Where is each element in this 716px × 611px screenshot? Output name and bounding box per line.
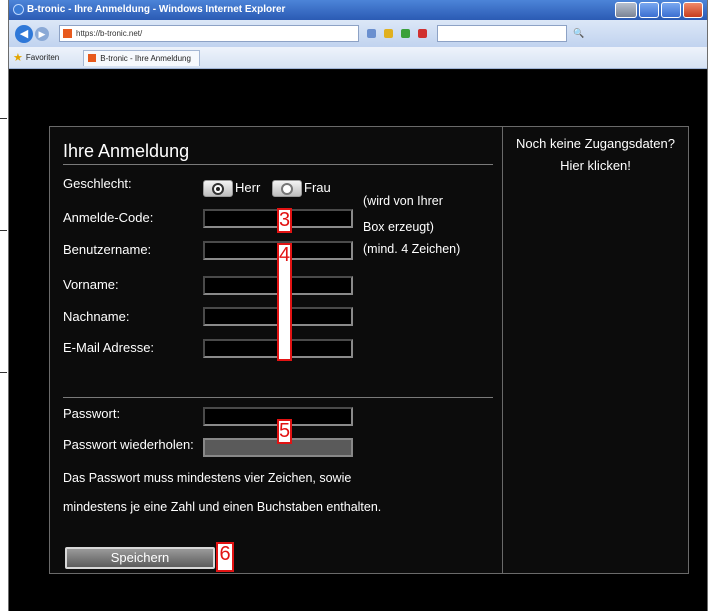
restore-icon[interactable] [615, 2, 637, 18]
compatibility-icon[interactable] [367, 29, 376, 38]
address-actions [367, 29, 427, 38]
benutzername-hint: (mind. 4 Zeichen) [363, 242, 461, 256]
no-credentials-panel[interactable]: Noch keine Zugangsdaten? Hier klicken! [503, 126, 689, 574]
favorites-label[interactable]: Favoriten [26, 53, 59, 62]
marker-4: 4 [277, 243, 292, 361]
page-edge-line [0, 118, 7, 119]
gender-label: Geschlecht: [63, 176, 132, 191]
anmelde-code-hint-2: Box erzeugt) [363, 220, 434, 234]
no-credentials-text: Noch keine Zugangsdaten? [515, 136, 675, 151]
address-bar: ◀ ▶ https://b-tronic.net/ 🔍 [9, 20, 707, 47]
window-controls [615, 2, 703, 18]
favorites-star-icon[interactable]: ★ [13, 51, 23, 64]
lock-icon[interactable] [384, 29, 393, 38]
radio-frau-label[interactable]: Frau [304, 180, 331, 195]
radio-herr-dot [212, 183, 224, 195]
benutzername-label: Benutzername: [63, 242, 152, 257]
url-input[interactable]: https://b-tronic.net/ [59, 25, 359, 42]
url-text: https://b-tronic.net/ [76, 29, 143, 38]
back-button[interactable]: ◀ [15, 24, 33, 43]
page-edge-line [0, 372, 7, 373]
minimize-button[interactable] [639, 2, 659, 18]
search-icon[interactable]: 🔍 [573, 28, 584, 39]
radio-herr[interactable] [203, 180, 233, 197]
ie-icon [13, 4, 24, 15]
passwort-label: Passwort: [63, 406, 121, 421]
radio-frau-dot [281, 183, 293, 195]
password-rule-line-2: mindestens je eine Zahl und einen Buchst… [63, 500, 382, 514]
radio-frau[interactable] [272, 180, 302, 197]
site-favicon-icon [63, 29, 72, 38]
marker-5: 5 [277, 419, 292, 444]
marker-6: 6 [216, 542, 234, 572]
page-content: Ihre Anmeldung Geschlecht: Herr Frau Anm… [9, 70, 707, 611]
password-rule-line-1: Das Passwort muss mindestens vier Zeiche… [63, 471, 352, 485]
favorites-bar: ★ Favoriten B-tronic - Ihre Anmeldung [9, 47, 707, 69]
anmelde-code-hint-1: (wird von Ihrer [363, 194, 443, 208]
forward-button[interactable]: ▶ [35, 26, 49, 41]
radio-herr-label[interactable]: Herr [235, 180, 260, 195]
window-title: B-tronic - Ihre Anmeldung - Windows Inte… [27, 4, 286, 15]
search-input[interactable] [437, 25, 567, 42]
browser-window: B-tronic - Ihre Anmeldung - Windows Inte… [8, 0, 708, 611]
marker-3: 3 [277, 208, 292, 233]
click-here-link[interactable]: Hier klicken! [503, 155, 688, 177]
tab-label: B-tronic - Ihre Anmeldung [100, 53, 191, 63]
stop-icon[interactable] [418, 29, 427, 38]
section-divider [63, 397, 493, 398]
maximize-button[interactable] [661, 2, 681, 18]
passwort-repeat-label: Passwort wiederholen: [63, 437, 194, 452]
tab-favicon-icon [88, 53, 97, 62]
page-edge-line [0, 230, 7, 231]
registration-form: Ihre Anmeldung Geschlecht: Herr Frau Anm… [49, 126, 503, 574]
close-button[interactable] [683, 2, 703, 18]
window-titlebar: B-tronic - Ihre Anmeldung - Windows Inte… [9, 0, 707, 20]
refresh-icon[interactable] [401, 29, 410, 38]
nachname-label: Nachname: [63, 309, 130, 324]
email-label: E-Mail Adresse: [63, 340, 155, 355]
tab-anmeldung[interactable]: B-tronic - Ihre Anmeldung [83, 49, 200, 66]
vorname-label: Vorname: [63, 277, 119, 292]
save-button[interactable]: Speichern [65, 547, 215, 569]
title-divider [63, 164, 493, 165]
form-title: Ihre Anmeldung [63, 141, 190, 161]
anmelde-code-label: Anmelde-Code: [63, 210, 154, 225]
